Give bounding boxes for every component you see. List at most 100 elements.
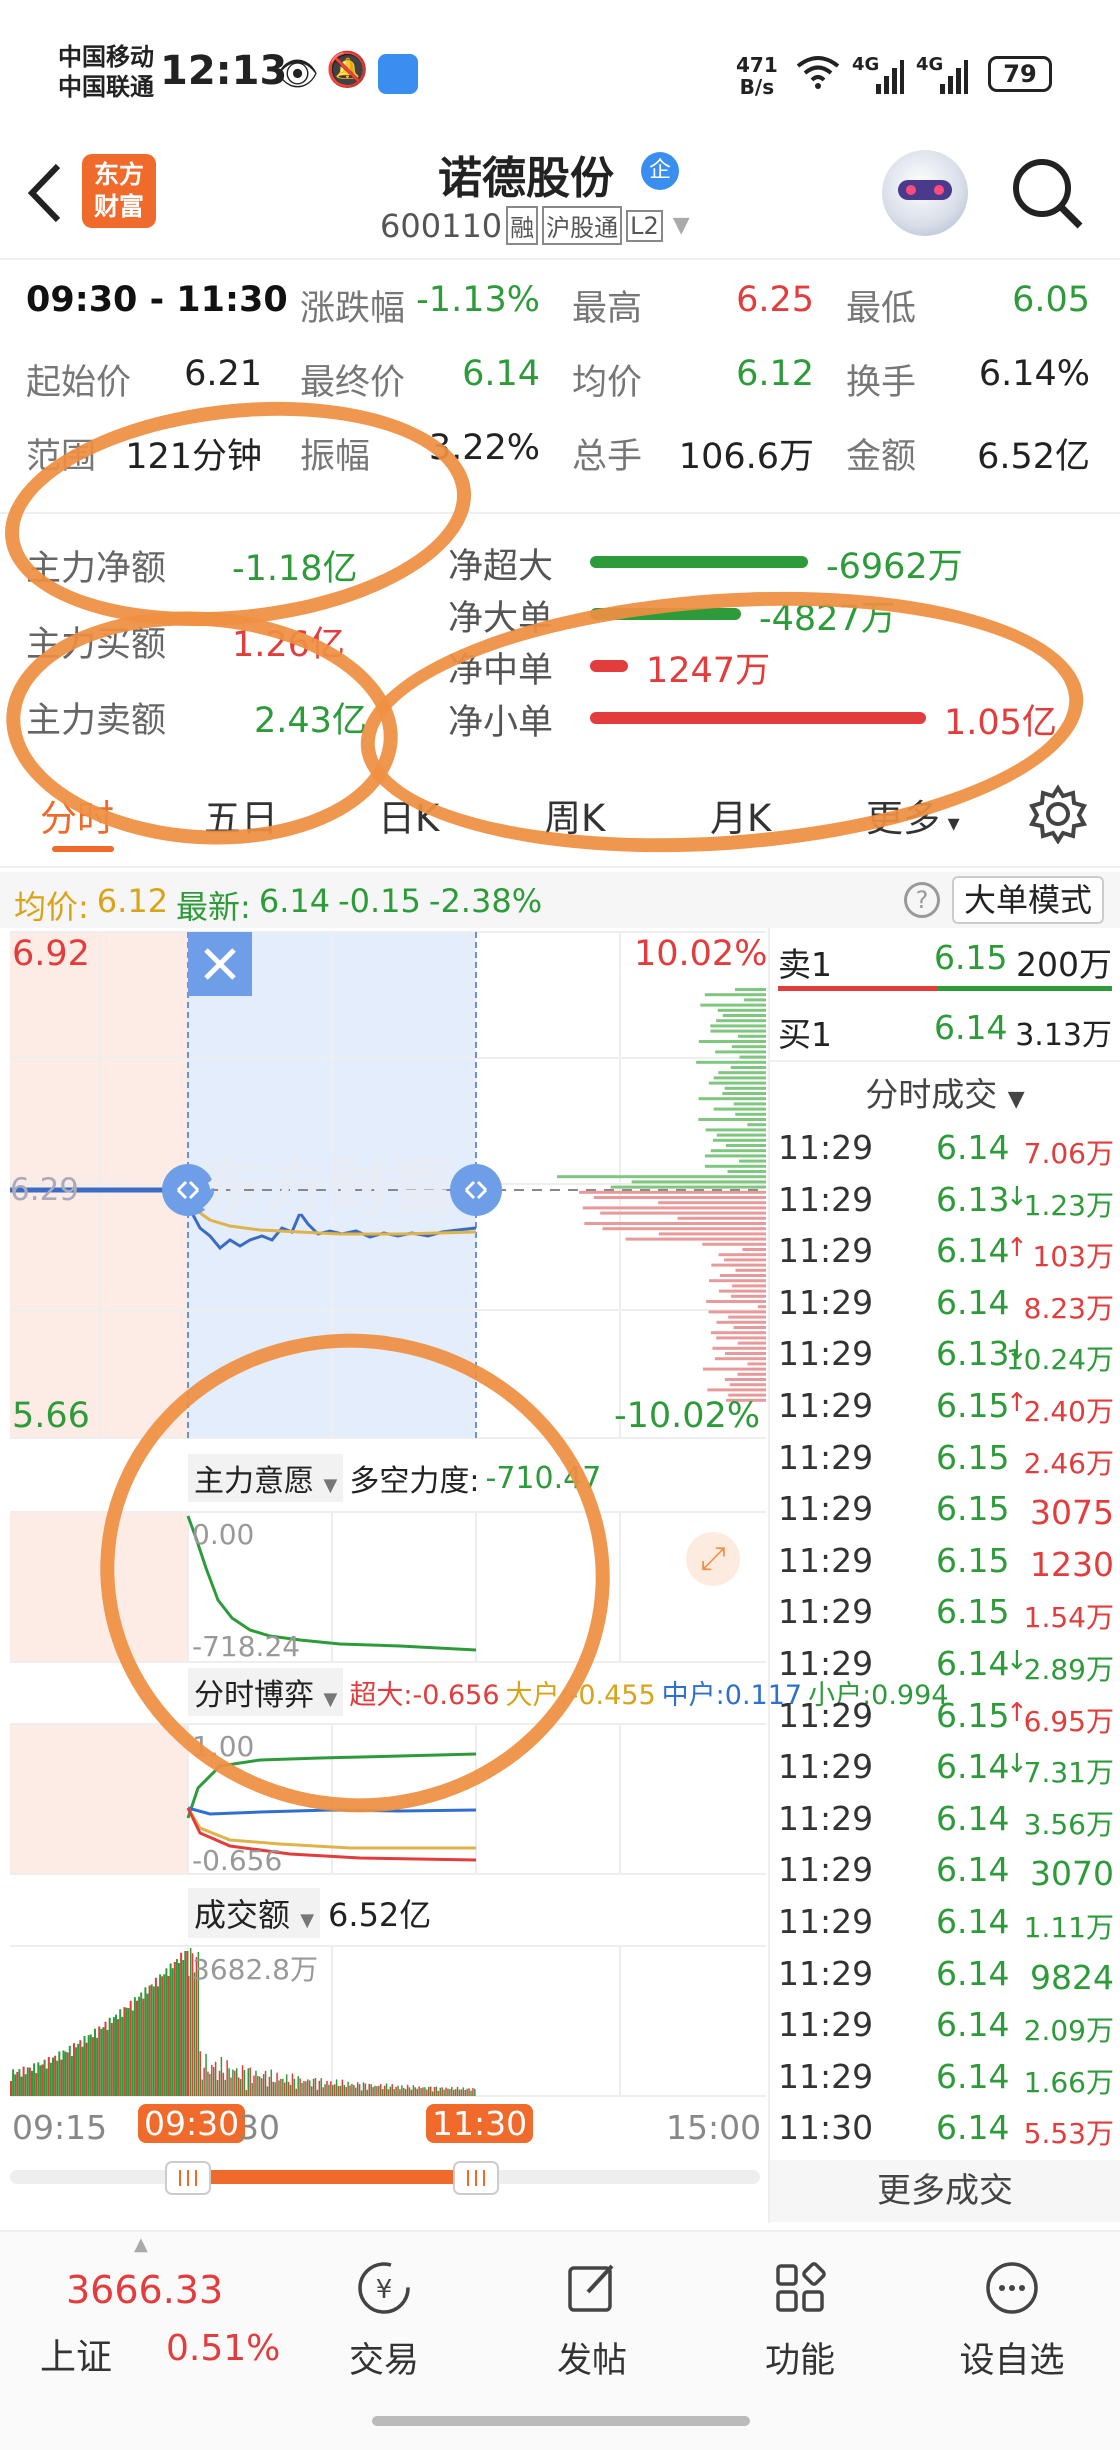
trade-row[interactable]: 11:29 6.14 3070 bbox=[770, 1842, 1120, 1893]
amount-header[interactable]: 成交额 ▼ 6.52亿 bbox=[188, 1888, 431, 1938]
depth-bar bbox=[712, 1346, 766, 1350]
robot-assistant-avatar[interactable] bbox=[882, 150, 968, 236]
depth-bar bbox=[714, 1357, 766, 1361]
expand-icon[interactable]: ⤢ bbox=[686, 1532, 740, 1586]
tab-monthly-k[interactable]: 月K bbox=[710, 788, 771, 842]
tab-intraday[interactable]: 分时 bbox=[40, 788, 114, 842]
trade-row[interactable]: 11:29 6.14 ↓ 2.89万 bbox=[770, 1636, 1120, 1687]
trade-row[interactable]: 11:29 6.15 1230 bbox=[770, 1533, 1120, 1584]
sell1-row[interactable]: 卖1 6.15 200万 bbox=[770, 928, 1120, 991]
trade-row[interactable]: 11:29 6.15 ↑ 6.95万 bbox=[770, 1688, 1120, 1739]
index-widget[interactable]: 3666.33 bbox=[66, 2268, 223, 2312]
stock-header: 东方 财富 诺德股份 企 600110 融 沪股通 L2 ▼ bbox=[0, 140, 1120, 260]
tab-label: 五日 bbox=[204, 797, 278, 840]
amount-bar bbox=[161, 1976, 164, 2096]
intraday-chart-area[interactable]: 6.92 5.66 10.02% -10.02% 6.29 东方财富 主力意愿 … bbox=[0, 928, 948, 2223]
nav-item-watchlist[interactable]: 设自选 bbox=[952, 2258, 1072, 2383]
stat-value: 6.52亿 bbox=[977, 437, 1090, 477]
amount-bar bbox=[251, 2082, 253, 2096]
tab-more[interactable]: 更多 ▾ bbox=[866, 788, 960, 842]
trade-time: 11:29 bbox=[778, 1747, 874, 1787]
tag-level: L2 bbox=[626, 209, 663, 242]
amount-bar bbox=[410, 2089, 413, 2096]
depth-bar bbox=[708, 1310, 766, 1314]
intent-selector[interactable]: 主力意愿 ▼ bbox=[188, 1454, 344, 1502]
intraday-chart-svg[interactable] bbox=[0, 928, 768, 2223]
trade-row[interactable]: 11:29 6.14 7.06万 bbox=[770, 1120, 1120, 1171]
search-icon[interactable] bbox=[1010, 156, 1086, 236]
amount-bar bbox=[391, 2084, 394, 2096]
trade-volume: 6.95万 bbox=[1023, 1704, 1114, 1738]
trade-row[interactable]: 11:29 6.14 ↑ 103万 bbox=[770, 1223, 1120, 1274]
amount-bar bbox=[312, 2078, 315, 2096]
more-trades-button[interactable]: 更多成交 bbox=[770, 2160, 1120, 2222]
nav-item-trade[interactable]: ¥ 交易 bbox=[324, 2258, 444, 2383]
amount-bar bbox=[347, 2081, 349, 2096]
net-speed-value: 471 bbox=[736, 53, 778, 77]
big-order-mode-button[interactable]: 大单模式 bbox=[952, 876, 1105, 924]
trade-row[interactable]: 11:29 6.14 9824 bbox=[770, 1946, 1120, 1997]
tab-five-day[interactable]: 五日 bbox=[204, 788, 278, 842]
trade-row[interactable]: 11:29 6.13 ↓ 10.24万 bbox=[770, 1326, 1120, 1377]
depth-bar bbox=[702, 1367, 766, 1371]
trade-volume: 2.40万 bbox=[1023, 1395, 1114, 1428]
amount-bar bbox=[201, 2079, 203, 2096]
trade-row[interactable]: 11:29 6.14 1.11万 bbox=[770, 1894, 1120, 1945]
amount-bar bbox=[399, 2089, 401, 2096]
flow-bar bbox=[590, 660, 628, 672]
game-selector[interactable]: 分时博弈 ▼ bbox=[188, 1668, 344, 1716]
intent-header[interactable]: 主力意愿 ▼ 多空力度: -710.47 bbox=[188, 1454, 601, 1502]
back-arrow-icon[interactable] bbox=[22, 158, 66, 232]
tab-daily-k[interactable]: 日K bbox=[378, 788, 439, 842]
app-logo[interactable]: 东方 财富 bbox=[82, 154, 156, 228]
amount-bar bbox=[255, 2070, 257, 2096]
trade-time: 11:29 bbox=[778, 1437, 874, 1477]
nav-item-function[interactable]: 功能 bbox=[740, 2258, 860, 2383]
trade-row[interactable]: 11:29 6.14 ↓ 7.31万 bbox=[770, 1739, 1120, 1790]
amount-bar bbox=[374, 2085, 376, 2096]
amount-bar bbox=[441, 2087, 443, 2096]
amount-selector[interactable]: 成交额 ▼ bbox=[188, 1888, 321, 1938]
trade-row[interactable]: 11:29 6.15 ↑ 2.40万 bbox=[770, 1378, 1120, 1429]
trade-row[interactable]: 11:29 6.14 2.09万 bbox=[770, 1997, 1120, 2048]
trade-row[interactable]: 11:29 6.15 1.54万 bbox=[770, 1584, 1120, 1635]
depth-bar bbox=[677, 1216, 766, 1220]
amount-bar bbox=[278, 2080, 280, 2096]
trade-row[interactable]: 11:29 6.14 3.56万 bbox=[770, 1791, 1120, 1842]
price-axis-high: 6.92 bbox=[12, 934, 90, 974]
tab-weekly-k[interactable]: 周K bbox=[544, 788, 605, 842]
amount-bar bbox=[131, 2010, 134, 2096]
pct-axis-low: -10.02% bbox=[614, 1396, 761, 1436]
trade-row[interactable]: 11:29 6.14 8.23万 bbox=[770, 1275, 1120, 1326]
clock: 12:13 bbox=[160, 48, 288, 94]
nav-item-post[interactable]: 发帖 bbox=[532, 2258, 652, 2383]
buy1-row[interactable]: 买1 6.14 3.13万 bbox=[770, 998, 1120, 1058]
amount-bar bbox=[260, 2078, 263, 2096]
stock-code-row[interactable]: 600110 融 沪股通 L2 ▼ bbox=[380, 206, 690, 245]
trades-title[interactable]: 分时成交 ▼ bbox=[770, 1068, 1120, 1116]
trade-price: 6.14 bbox=[936, 1282, 1010, 1322]
trade-row[interactable]: 11:29 6.13 ↓ 1.23万 bbox=[770, 1172, 1120, 1223]
capital-flow-panel[interactable]: 主力净额 -1.18亿 主力买额 1.26亿 主力卖额 2.43亿 净超大 -69… bbox=[0, 518, 1120, 748]
trade-row[interactable]: 11:29 6.15 3075 bbox=[770, 1481, 1120, 1532]
intent-axis-bottom: -718.24 bbox=[192, 1630, 301, 1663]
amount-bar bbox=[56, 2060, 59, 2096]
latest-value: 6.14 bbox=[258, 882, 331, 920]
trade-volume: 2.09万 bbox=[1023, 2014, 1114, 2048]
range-end-handle[interactable] bbox=[450, 1164, 502, 1216]
trade-time: 11:29 bbox=[778, 1798, 874, 1838]
buy-ratio-bar bbox=[938, 986, 1112, 991]
trade-price: 6.14 bbox=[936, 2056, 1010, 2096]
trade-icon: ¥ bbox=[324, 2258, 444, 2322]
depth-bar bbox=[712, 1138, 766, 1142]
help-icon[interactable]: ? bbox=[904, 882, 940, 918]
change-value: -0.15 bbox=[338, 882, 421, 920]
trade-row[interactable]: 11:29 6.15 2.46万 bbox=[770, 1430, 1120, 1481]
trade-row[interactable]: 11:30 6.14 5.53万 bbox=[770, 2100, 1120, 2151]
gear-icon[interactable] bbox=[1028, 784, 1088, 848]
depth-volume-bars bbox=[556, 988, 766, 1402]
amount-bar bbox=[154, 1977, 157, 2096]
amount-bar bbox=[127, 2007, 130, 2096]
amount-bar bbox=[83, 2035, 86, 2096]
trade-row[interactable]: 11:29 6.14 1.66万 bbox=[770, 2049, 1120, 2100]
